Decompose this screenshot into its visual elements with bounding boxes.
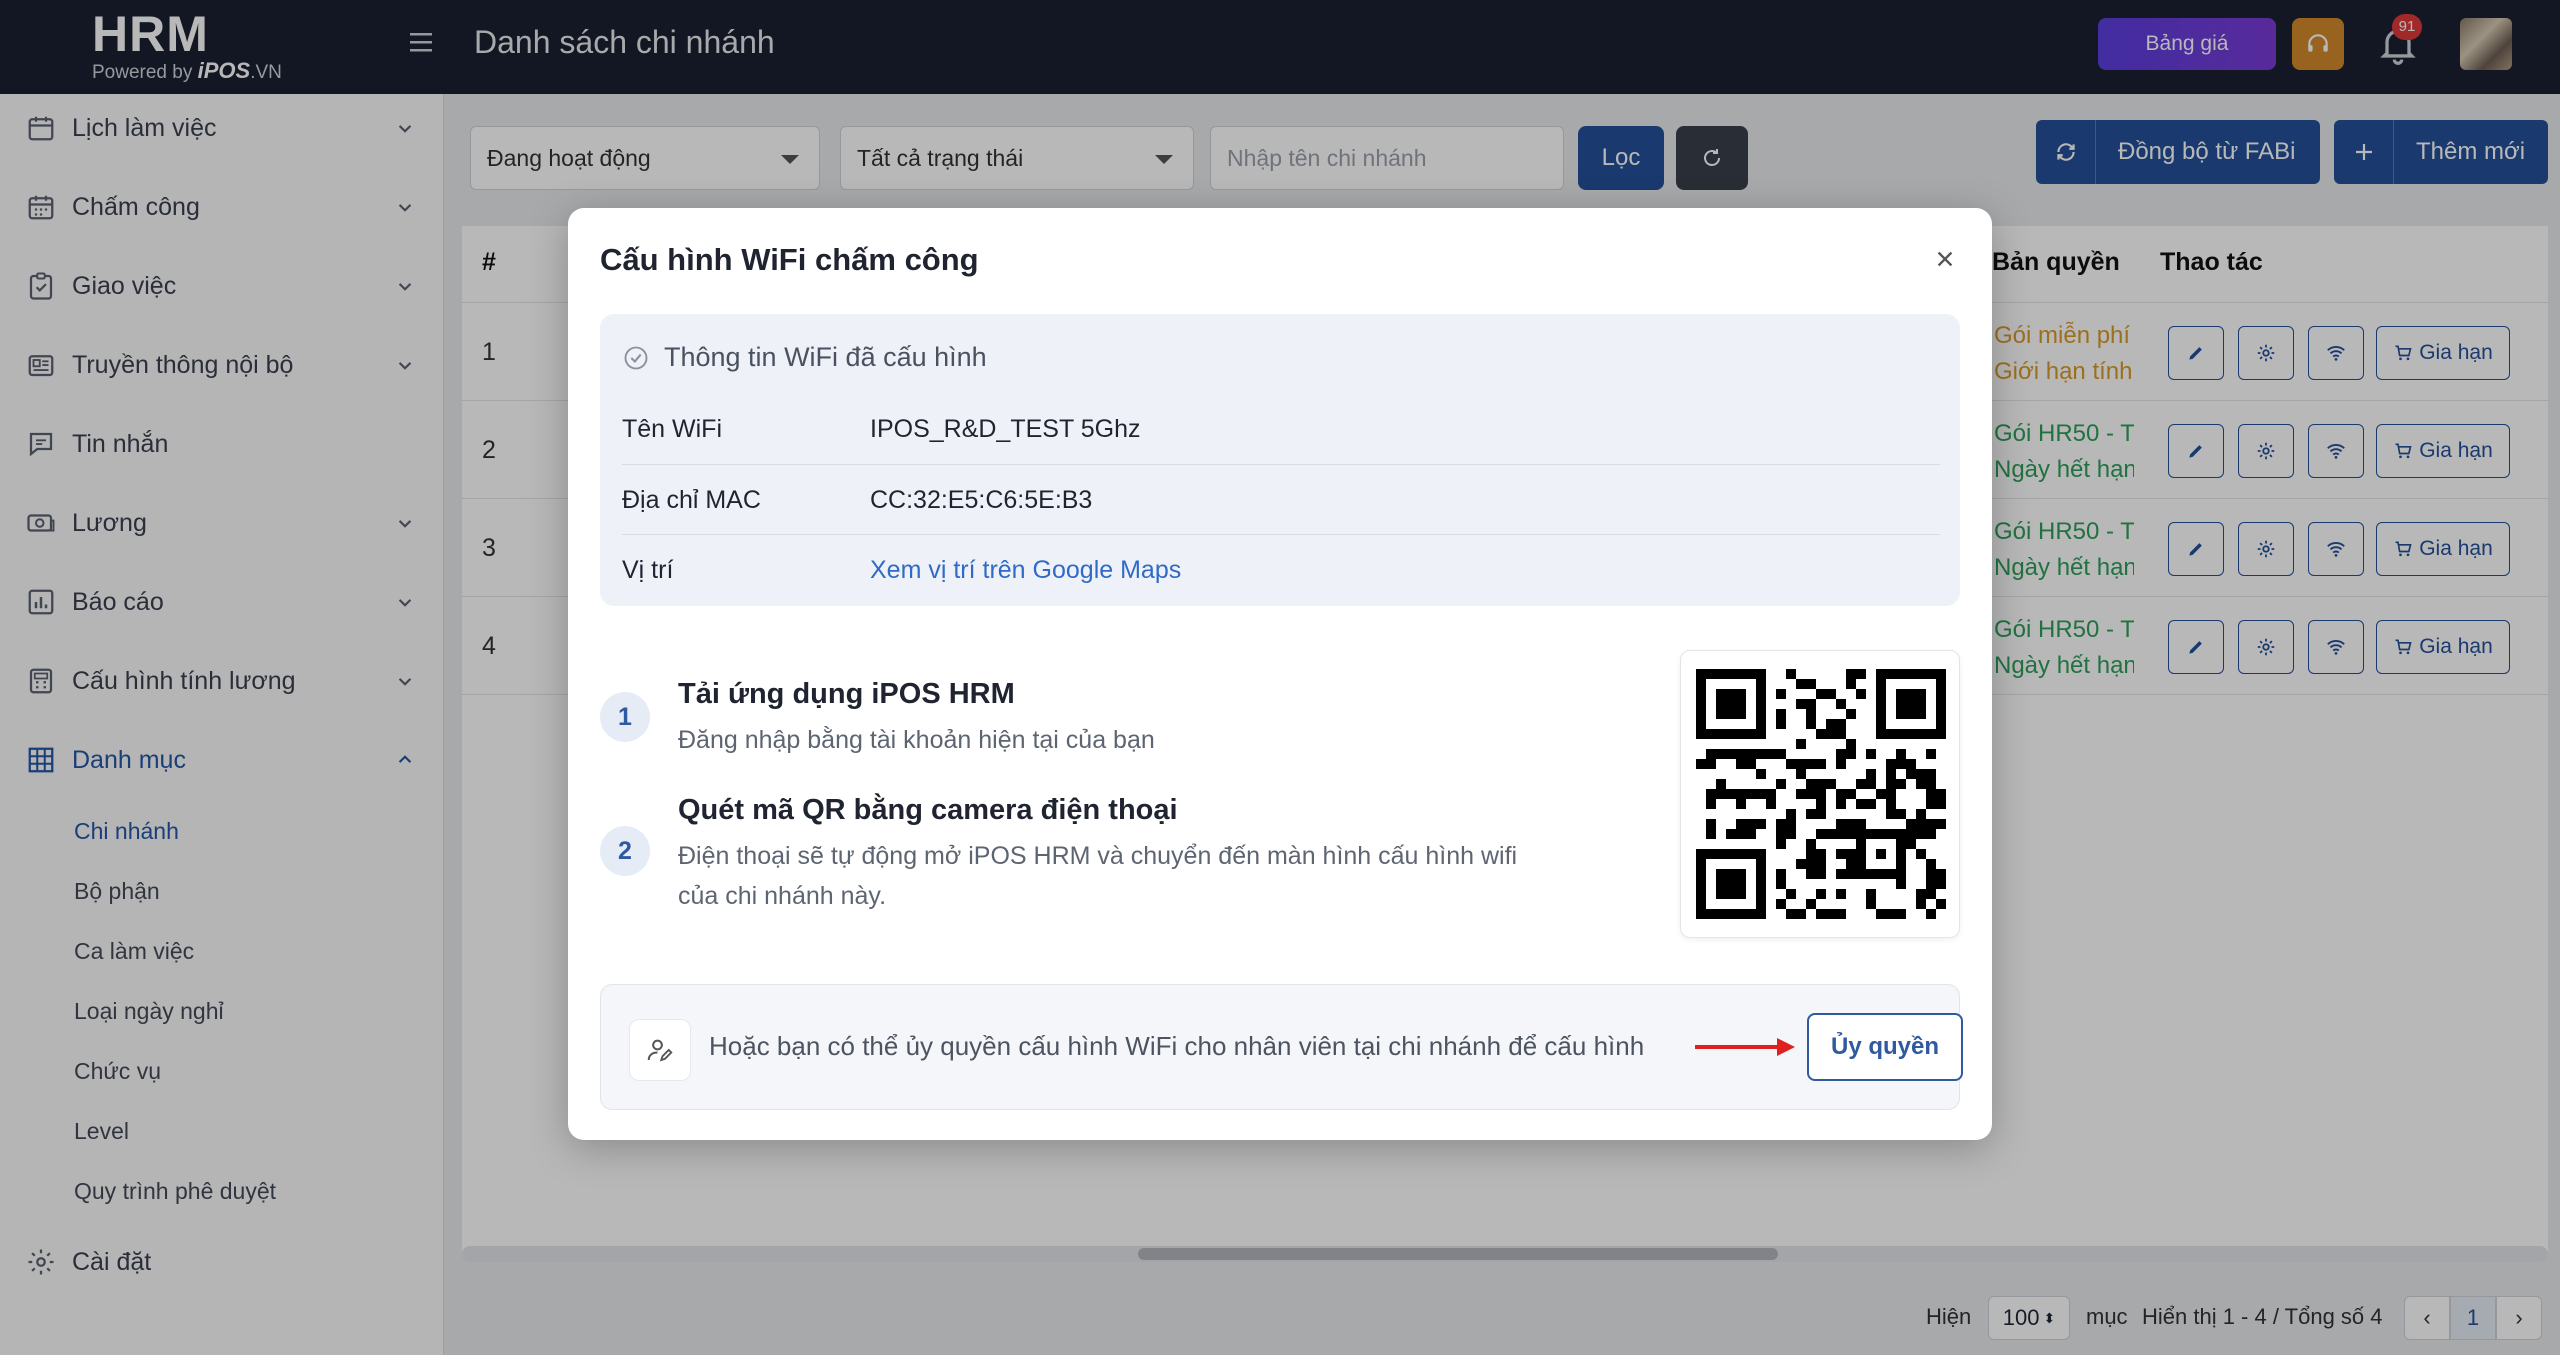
wifi-config-modal: Cấu hình WiFi chấm công Thông tin WiFi đ… [568, 208, 1992, 1140]
step-1-number: 1 [600, 692, 650, 742]
mac-address-row: Địa chỉ MAC CC:32:E5:C6:5E:B3 [622, 464, 1940, 534]
user-edit-icon [629, 1019, 691, 1081]
authorize-button[interactable]: Ủy quyền [1807, 1013, 1963, 1081]
check-circle-icon [624, 346, 648, 369]
location-row: Vị trí Xem vị trí trên Google Maps [622, 534, 1940, 604]
mac-address-value: CC:32:E5:C6:5E:B3 [870, 486, 1093, 514]
wifi-info-header: Thông tin WiFi đã cấu hình [622, 342, 987, 373]
step-1-title: Tải ứng dụng iPOS HRM [678, 678, 1015, 710]
google-maps-link[interactable]: Xem vị trí trên Google Maps [870, 556, 1181, 585]
step-1-description: Đăng nhập bằng tài khoản hiện tại của bạ… [678, 726, 1155, 754]
modal-title: Cấu hình WiFi chấm công [600, 242, 979, 277]
red-arrow-annotation-icon [1695, 1038, 1795, 1056]
step-2-number: 2 [600, 826, 650, 876]
qr-code-image [1696, 669, 1946, 919]
close-icon[interactable] [1928, 242, 1962, 276]
qr-code-box [1680, 650, 1960, 938]
location-label: Vị trí [622, 556, 674, 584]
wifi-name-value: IPOS_R&D_TEST 5Ghz [870, 415, 1141, 443]
delegate-text: Hoặc bạn có thể ủy quyền cấu hình WiFi c… [709, 1031, 1645, 1061]
wifi-name-row: Tên WiFi IPOS_R&D_TEST 5Ghz [622, 394, 1940, 464]
wifi-info-card: Thông tin WiFi đã cấu hình Tên WiFi IPOS… [600, 314, 1960, 606]
step-2-description: Điện thoại sẽ tự động mở iPOS HRM và chu… [678, 842, 1518, 910]
step-2-title: Quét mã QR bằng camera điện thoại [678, 794, 1178, 826]
wifi-name-label: Tên WiFi [622, 415, 722, 443]
delegate-card: Hoặc bạn có thể ủy quyền cấu hình WiFi c… [600, 984, 1963, 1110]
wifi-info-header-text: Thông tin WiFi đã cấu hình [664, 342, 987, 372]
mac-address-label: Địa chỉ MAC [622, 486, 761, 514]
